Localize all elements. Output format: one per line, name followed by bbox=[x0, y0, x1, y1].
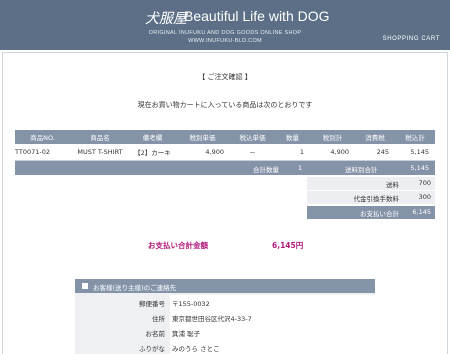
square-bullet-icon bbox=[82, 283, 88, 289]
col-header: 数量 bbox=[275, 130, 310, 144]
field-label: ふりがな bbox=[139, 345, 165, 353]
contact-section: お客様(送り主様)のご連絡先 郵便番号 〒155-0032 住所 東京都世田谷区… bbox=[75, 279, 375, 354]
cod-fee-row: 代金引換手数料 300 bbox=[307, 191, 435, 204]
field-value: 箕浦 聡子 bbox=[170, 325, 375, 340]
col-header: 商品NO. bbox=[15, 130, 70, 144]
cell-unit-price: 4,900 bbox=[175, 144, 230, 161]
cell-tax: 245 bbox=[355, 144, 395, 161]
subtotal-value: 5,145 bbox=[410, 164, 429, 172]
page-title: 【 ご注文確認 】 bbox=[198, 73, 252, 81]
contact-row-address: 住所 東京都世田谷区代沢4-33-7 bbox=[75, 310, 375, 325]
fee-value: 700 bbox=[418, 179, 431, 187]
fee-value: 300 bbox=[418, 193, 431, 201]
payment-total-label: お支払い合計 bbox=[360, 210, 399, 218]
cart-table: 商品NO. 商品名 備考欄 税別単価 税込単価 数量 税別計 消費税 税込計 T… bbox=[15, 130, 435, 161]
payment-total-value: 6,145 bbox=[412, 208, 431, 216]
contact-title: お客様(送り主様)のご連絡先 bbox=[93, 284, 177, 292]
fee-label: 代金引換手数料 bbox=[353, 195, 400, 203]
cart-header-row: 商品NO. 商品名 備考欄 税別単価 税込単価 数量 税別計 消費税 税込計 bbox=[15, 130, 435, 144]
table-row: TT0071-02 MUST T-SHIRT 【2】カーキ 4,900 － 1 … bbox=[15, 144, 435, 161]
field-label: お名前 bbox=[145, 330, 166, 338]
cart-summary-bar: 合計数量 1 送料別合計 5,145 bbox=[15, 161, 435, 175]
cell-product-name: MUST T-SHIRT bbox=[70, 144, 130, 161]
col-header: 税込計 bbox=[395, 130, 435, 144]
col-header: 税別単価 bbox=[175, 130, 230, 144]
logo-jp[interactable]: 犬服屋 bbox=[145, 8, 187, 28]
col-header: 税込単価 bbox=[230, 130, 275, 144]
cell-total: 5,145 bbox=[395, 144, 435, 161]
site-header: 犬服屋 Beautiful Life with DOG ORIGINAL INU… bbox=[0, 0, 450, 50]
field-value: 東京都世田谷区代沢4-33-7 bbox=[170, 310, 375, 325]
logo-en[interactable]: Beautiful Life with DOG bbox=[184, 8, 330, 24]
total-qty-value: 1 bbox=[298, 164, 303, 172]
col-header: 税別計 bbox=[310, 130, 355, 144]
grand-total-value: 6,145円 bbox=[272, 241, 304, 250]
contact-row-zip: 郵便番号 〒155-0032 bbox=[75, 295, 375, 310]
cell-unit-price-tax: － bbox=[230, 144, 275, 161]
page-lead: 現在お買い物カートに入っている商品は次のとおりです bbox=[137, 101, 313, 109]
col-header: 備考欄 bbox=[130, 130, 175, 144]
field-value: 〒155-0032 bbox=[170, 295, 375, 310]
contact-header: お客様(送り主様)のご連絡先 bbox=[75, 279, 375, 293]
cell-quantity: 1 bbox=[275, 144, 310, 161]
col-header: 商品名 bbox=[70, 130, 130, 144]
contact-row-name: お名前 箕浦 聡子 bbox=[75, 325, 375, 340]
field-label: 郵便番号 bbox=[139, 300, 165, 308]
total-qty-label: 合計数量 bbox=[253, 166, 279, 174]
shipping-fee-row: 送料 700 bbox=[307, 177, 435, 190]
contact-row-kana: ふりがな みのうら さとこ bbox=[75, 340, 375, 354]
fee-label: 送料 bbox=[386, 181, 399, 189]
section-label: SHOPPING CART bbox=[382, 36, 440, 42]
grand-total-label: お支払い合計金額 bbox=[148, 241, 208, 250]
subtotal-label: 送料別合計 bbox=[345, 166, 378, 174]
field-label: 住所 bbox=[152, 315, 165, 323]
cell-note: 【2】カーキ bbox=[130, 144, 175, 161]
col-header: 消費税 bbox=[355, 130, 395, 144]
field-value: みのうら さとこ bbox=[170, 340, 375, 354]
cell-subtotal: 4,900 bbox=[310, 144, 355, 161]
cell-product-no: TT0071-02 bbox=[15, 144, 70, 161]
payment-total-row: お支払い合計 6,145 bbox=[307, 206, 435, 219]
